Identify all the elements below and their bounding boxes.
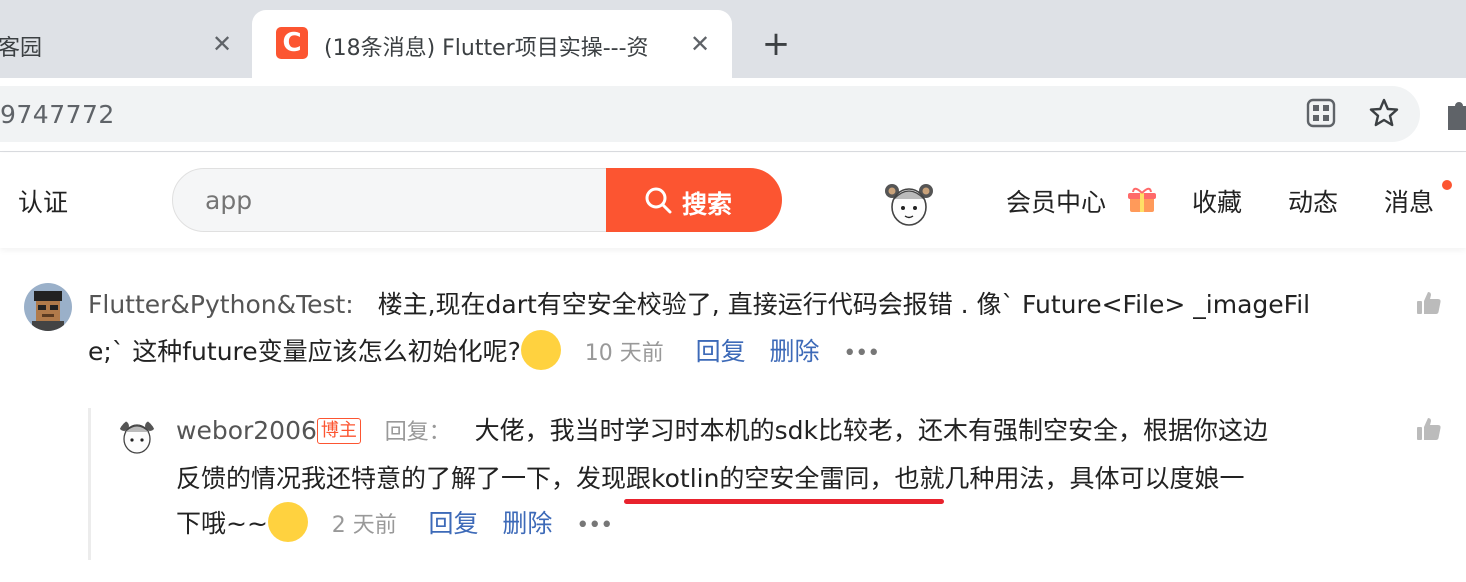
qr-code-icon[interactable] — [1306, 98, 1336, 128]
nav-member-center[interactable]: 会员中心 — [1006, 183, 1106, 219]
tab-title: 客园 — [0, 36, 43, 61]
bookmark-star-icon[interactable] — [1368, 97, 1400, 129]
nav-favorites[interactable]: 收藏 — [1192, 183, 1242, 219]
reply-time: 2 天前 — [331, 513, 397, 538]
like-thumb-icon[interactable] — [1416, 290, 1442, 316]
close-icon[interactable]: ✕ — [208, 30, 236, 58]
browser-toolbar: 9747772 — [0, 78, 1466, 152]
comment-author-avatar[interactable] — [24, 283, 72, 331]
extensions-puzzle-icon[interactable] — [1444, 96, 1466, 130]
notification-dot — [1442, 180, 1452, 190]
reply-link[interactable]: 回复 — [429, 509, 479, 538]
reply-body-line2: 反馈的情况我还特意的了解了一下，发现跟kotlin的空安全雷同，也就几种用法，具… — [176, 455, 1244, 502]
reply-author-avatar[interactable] — [118, 418, 156, 456]
tab-title: (18条消息) Flutter项目实操---资 — [324, 36, 649, 61]
blogger-badge: 博主 — [316, 418, 361, 444]
reply-link[interactable]: 回复 — [696, 337, 746, 366]
more-options-icon[interactable]: ••• — [576, 513, 613, 538]
address-bar[interactable]: 9747772 — [0, 86, 1420, 142]
reply-to-label: 回复： — [384, 420, 451, 445]
tab-inactive[interactable]: 客园 ✕ — [0, 10, 250, 78]
new-tab-button[interactable]: + — [760, 27, 792, 61]
reply-body: webor2006 博主 回复： 大佬，我当时学习时本机的sdk比较老，还木有强制… — [176, 407, 1268, 456]
reply-author-name[interactable]: webor2006 — [176, 416, 317, 445]
user-avatar[interactable] — [884, 181, 934, 227]
highlighted-text: 发现跟kotlin的空安全雷同 — [576, 464, 870, 493]
close-icon[interactable]: ✕ — [686, 30, 714, 58]
search-button[interactable]: 搜索 — [606, 168, 782, 232]
comment-text: e;` 这种future变量应该怎么初始化呢? — [88, 337, 521, 366]
laughing-crying-emoji-icon — [520, 330, 561, 370]
comment-text: 楼主,现在dart有空安全校验了, 直接运行代码会报错 . 像` Future<… — [377, 290, 1311, 319]
nav-messages[interactable]: 消息 — [1384, 183, 1434, 219]
csdn-favicon-icon: C — [276, 27, 308, 59]
comment-author-name[interactable]: Flutter&Python&Test: — [88, 290, 354, 319]
nav-activity[interactable]: 动态 — [1288, 183, 1338, 219]
search-box — [172, 168, 612, 232]
comment-time: 10 天前 — [584, 341, 664, 366]
reply-text: 反馈的情况我还特意的了解了一下， — [176, 464, 577, 493]
tab-active[interactable]: C (18条消息) Flutter项目实操---资 ✕ — [252, 10, 732, 78]
gift-icon — [1128, 187, 1156, 212]
url-text: 9747772 — [0, 100, 115, 129]
site-header: 认证 搜索 会员中心 收藏 动态 消息 — [0, 153, 1466, 248]
nav-verify-link[interactable]: 认证 — [18, 183, 68, 219]
search-icon — [645, 187, 672, 214]
red-annotation-underline — [624, 499, 944, 504]
comment-body: Flutter&Python&Test: 楼主,现在dart有空安全校验了, 直… — [88, 281, 1310, 328]
reply-thread-line — [88, 408, 91, 560]
surprised-face-emoji-icon — [267, 502, 308, 542]
reply-text: ，也就几种用法，具体可以度娘一 — [869, 464, 1245, 493]
like-thumb-icon[interactable] — [1416, 416, 1442, 442]
comment-body-line2: e;` 这种future变量应该怎么初始化呢? 10 天前 回复 删除 ••• — [88, 328, 880, 377]
search-input[interactable] — [205, 183, 565, 217]
reply-text: 大佬，我当时学习时本机的sdk比较老，还木有强制空安全，根据你这边 — [474, 416, 1268, 445]
search-button-label: 搜索 — [682, 190, 733, 219]
reply-body-line3: 下哦~~ 2 天前 回复 删除 ••• — [176, 500, 613, 549]
browser-tab-bar: 客园 ✕ C (18条消息) Flutter项目实操---资 ✕ + — [0, 0, 1466, 78]
more-options-icon[interactable]: ••• — [843, 341, 880, 366]
delete-link[interactable]: 删除 — [769, 337, 819, 366]
reply-text: 下哦~~ — [176, 509, 268, 538]
delete-link[interactable]: 删除 — [502, 509, 552, 538]
